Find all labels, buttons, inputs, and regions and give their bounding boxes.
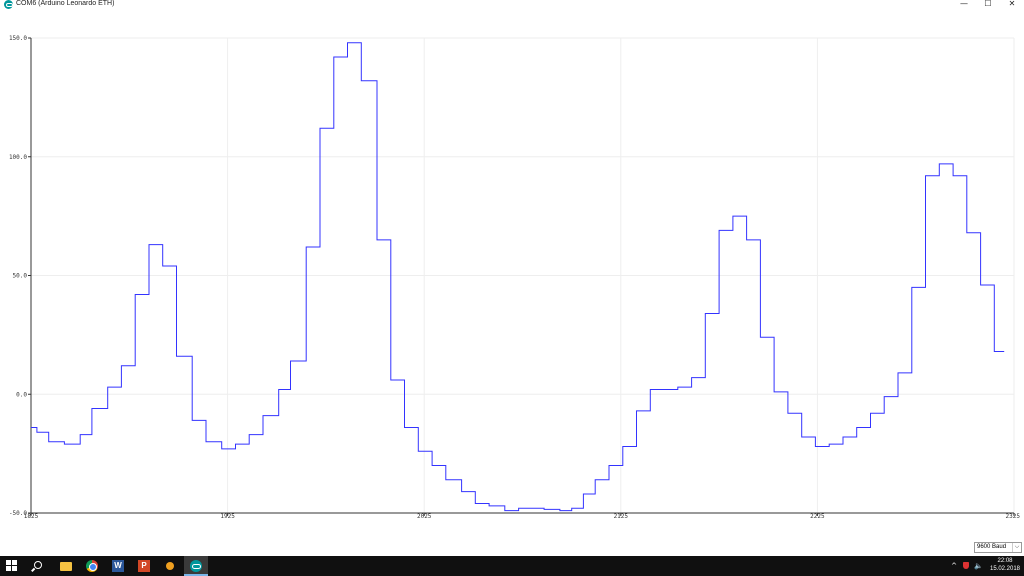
taskbar-clock[interactable]: 22:08 15.02.2018 — [988, 557, 1022, 573]
taskbar: W P — [0, 556, 1024, 576]
plot-series — [31, 42, 1005, 512]
shield-icon[interactable] — [962, 562, 970, 570]
baud-rate-value: 9600 Baud — [977, 544, 1007, 550]
taskbar-arduino[interactable] — [184, 556, 208, 576]
clock-time: 22:08 — [997, 558, 1013, 564]
taskbar-file-explorer[interactable] — [54, 556, 78, 576]
maximize-button[interactable]: ☐ — [976, 0, 1000, 9]
powerpoint-icon: P — [138, 560, 150, 572]
start-button[interactable] — [0, 556, 24, 576]
x-tick-label: 2225 — [810, 513, 825, 520]
taskbar-word[interactable]: W — [106, 556, 130, 576]
x-tick-label: 1925 — [220, 513, 235, 520]
x-tick-label: 1825 — [24, 513, 39, 520]
taskbar-powerpoint[interactable]: P — [132, 556, 156, 576]
folder-icon — [60, 562, 72, 571]
y-tick-label: 150.0 — [9, 35, 27, 42]
series-line — [31, 42, 1005, 512]
plot-grid — [30, 37, 1015, 514]
taskbar-chrome[interactable] — [80, 556, 104, 576]
baud-rate-select[interactable]: 9600 Baud ⌵ — [974, 542, 1022, 553]
x-tick-label: 2025 — [417, 513, 432, 520]
app-icon — [166, 562, 174, 570]
chevron-up-icon[interactable]: ^ — [950, 562, 958, 570]
clock-date: 15.02.2018 — [989, 566, 1021, 572]
serial-plotter-window: COM6 (Arduino Leonardo ETH) — ☐ ✕ 150.0 1… — [0, 0, 1024, 556]
plot-ticks: 150.0100.050.00.0-50.01825 1925 2025 2125 22… — [9, 35, 1020, 520]
volume-icon[interactable]: 🔈 — [974, 562, 983, 570]
y-tick-label: 50.0 — [13, 273, 28, 280]
plotter-bottom-bar — [0, 537, 1024, 556]
windows-logo-icon — [6, 560, 18, 572]
y-tick-label: 0.0 — [16, 391, 27, 398]
serial-plot: 150.0100.050.00.0-50.01825 1925 2025 2125 22… — [9, 35, 1020, 520]
title-bar[interactable]: COM6 (Arduino Leonardo ETH) — ☐ ✕ — [0, 0, 1024, 9]
window-title: COM6 (Arduino Leonardo ETH) — [16, 0, 115, 7]
search-icon — [34, 561, 42, 569]
close-button[interactable]: ✕ — [1000, 0, 1024, 9]
minimize-button[interactable]: — — [952, 0, 976, 9]
word-icon: W — [112, 560, 124, 572]
arduino-icon — [190, 560, 202, 572]
y-tick-label: 100.0 — [9, 154, 27, 161]
x-tick-label: 2125 — [614, 513, 629, 520]
chevron-down-icon[interactable]: ⌵ — [1012, 543, 1021, 552]
taskbar-app[interactable] — [158, 556, 182, 576]
x-tick-label: 2325 — [1006, 513, 1021, 520]
arduino-app-icon — [4, 0, 13, 9]
chrome-icon — [86, 560, 98, 572]
taskbar-search-button[interactable] — [26, 556, 50, 576]
